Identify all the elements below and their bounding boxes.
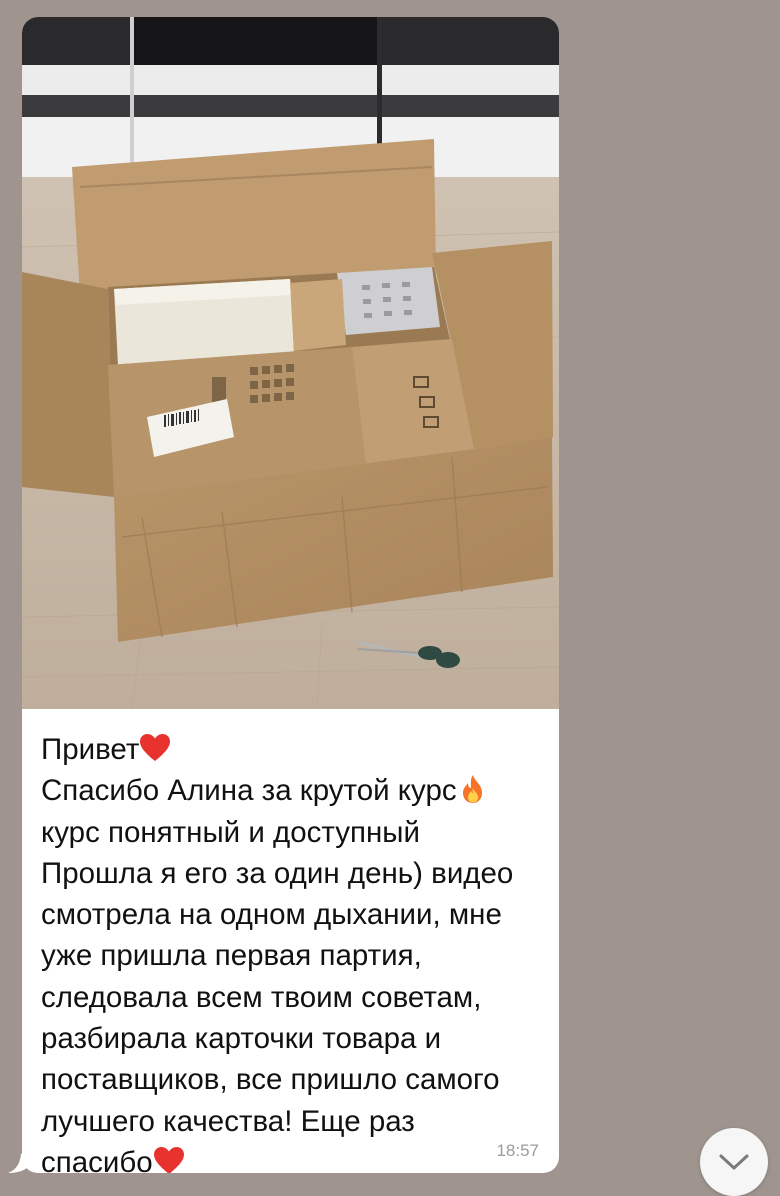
greeting-text: Привет xyxy=(41,733,140,766)
fire-icon xyxy=(462,775,482,804)
bubble-tail xyxy=(8,1150,30,1173)
message-photo[interactable] xyxy=(22,17,559,709)
message-timestamp: 18:57 xyxy=(496,1141,539,1160)
red-heart-icon xyxy=(153,1146,184,1173)
closing-text: спасибо xyxy=(41,1145,153,1173)
chevron-down-icon xyxy=(719,1154,749,1170)
scroll-down-button[interactable] xyxy=(700,1128,768,1196)
thanks-text: Спасибо Алина за крутой курс xyxy=(41,774,457,808)
message-bubble[interactable]: Привет Спасибо Алина за крутой курс курс… xyxy=(22,17,559,1173)
body-text: курс понятный и доступный Прошла я его з… xyxy=(41,815,514,1138)
red-heart-icon xyxy=(140,734,171,761)
message-text: Привет Спасибо Алина за крутой курс курс… xyxy=(41,729,546,1173)
